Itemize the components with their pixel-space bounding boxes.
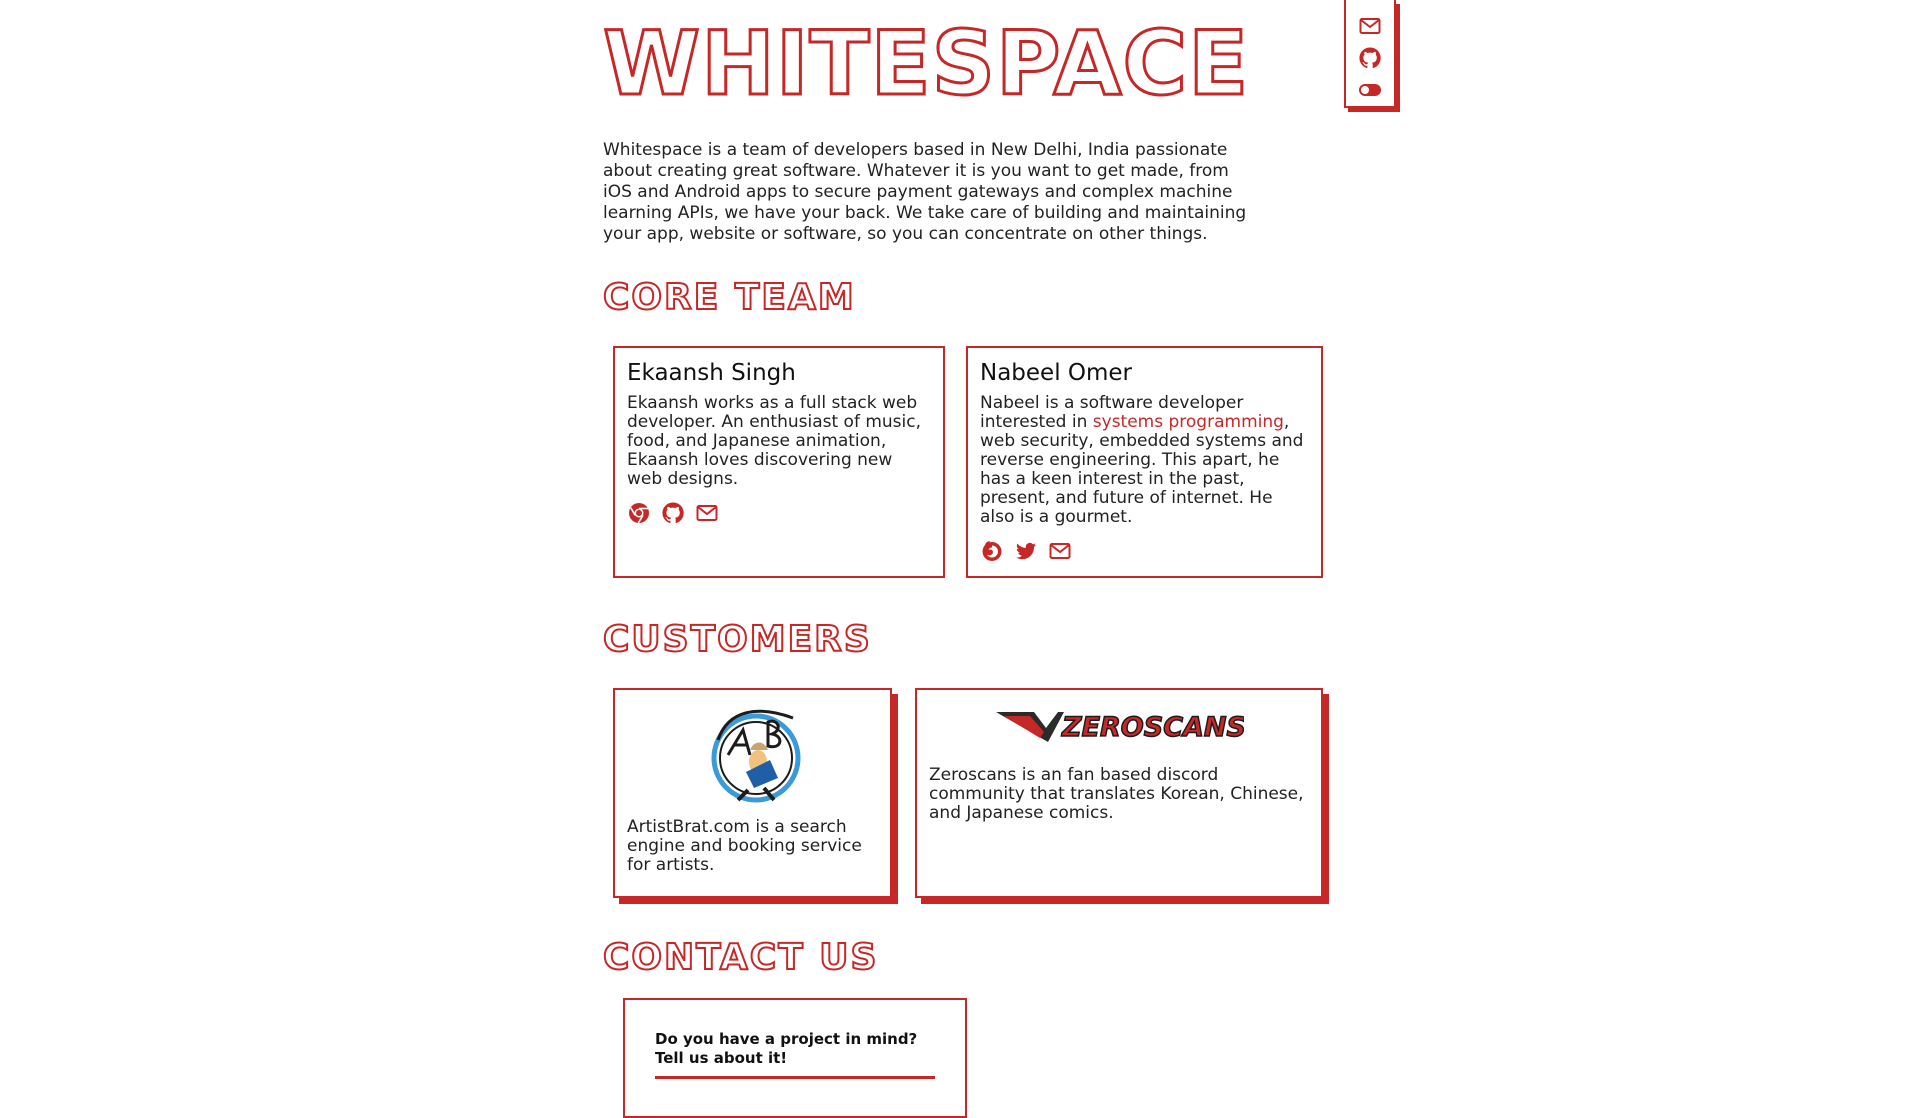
- core-team-heading: CORE TEAM: [602, 276, 856, 319]
- member-name: Nabeel Omer: [980, 360, 1133, 386]
- twitter-icon[interactable]: [1014, 539, 1038, 563]
- member-links: [627, 501, 931, 525]
- member-name: Ekaansh Singh: [627, 360, 796, 386]
- customer-description: Zeroscans is an fan based discord commun…: [929, 765, 1304, 823]
- customer-description: ArtistBrat.com is a search engine and bo…: [627, 817, 862, 875]
- member-bio: Nabeel is a software developer intereste…: [980, 394, 1309, 527]
- zeroscans-logo: ZEROSCANS: [996, 711, 1244, 744]
- github-icon[interactable]: [1358, 46, 1382, 70]
- github-icon[interactable]: [661, 501, 685, 525]
- team-card-ekaansh: Ekaansh Singh Ekaansh works as a full st…: [613, 346, 945, 578]
- customers-heading: CUSTOMERS: [602, 618, 872, 661]
- member-links: [980, 539, 1309, 563]
- contact-form-card: Do you have a project in mind? Tell us a…: [623, 998, 967, 1118]
- intro-text: Whitespace is a team of developers based…: [603, 140, 1247, 244]
- contact-prompt: Do you have a project in mind? Tell us a…: [655, 1030, 918, 1067]
- systems-programming-link[interactable]: systems programming: [1093, 412, 1284, 432]
- contact-heading: CONTACT US: [602, 936, 879, 979]
- team-card-nabeel: Nabeel Omer Nabeel is a software develop…: [966, 346, 1323, 578]
- firefox-icon[interactable]: [980, 539, 1004, 563]
- mail-icon[interactable]: [695, 501, 719, 525]
- side-nav: [1344, 0, 1396, 108]
- toggle-icon[interactable]: [1358, 78, 1382, 102]
- svg-text:ZEROSCANS: ZEROSCANS: [1061, 712, 1244, 743]
- artistbrat-logo: [711, 709, 800, 803]
- chrome-icon[interactable]: [627, 501, 651, 525]
- site-title: WHITESPACE: [601, 12, 1250, 115]
- contact-input-underline[interactable]: [655, 1076, 935, 1079]
- member-bio: Ekaansh works as a full stack web develo…: [627, 393, 922, 489]
- customer-card-artistbrat[interactable]: ArtistBrat.com is a search engine and bo…: [613, 688, 892, 898]
- customer-card-zeroscans[interactable]: ZEROSCANS Zeroscans is an fan based disc…: [915, 688, 1323, 898]
- mail-icon[interactable]: [1358, 14, 1382, 38]
- mail-icon[interactable]: [1048, 539, 1072, 563]
